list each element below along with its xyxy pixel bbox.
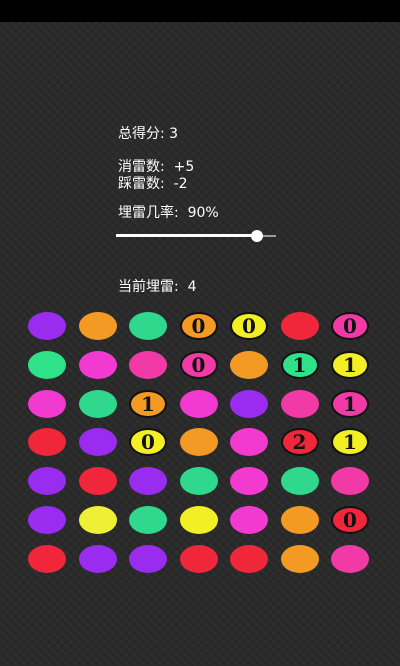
board-cell[interactable] bbox=[179, 544, 218, 573]
board-cell[interactable]: 2 bbox=[280, 428, 319, 457]
board-cell[interactable] bbox=[179, 428, 218, 457]
board-cell[interactable] bbox=[331, 544, 369, 573]
cell-number: 2 bbox=[292, 430, 307, 455]
cell-number: 0 bbox=[242, 314, 256, 338]
board-cell[interactable] bbox=[230, 506, 268, 534]
board-cell[interactable] bbox=[230, 350, 268, 379]
board-cell[interactable] bbox=[280, 389, 319, 418]
board-cell[interactable] bbox=[78, 312, 117, 340]
board-cell[interactable]: 1 bbox=[331, 428, 369, 457]
mines-cleared: 消雷数: +5 bbox=[118, 159, 195, 175]
board-cell[interactable] bbox=[230, 467, 268, 496]
board-cell[interactable] bbox=[230, 389, 268, 418]
cell-number: 0 bbox=[343, 314, 357, 338]
cell-number: 1 bbox=[343, 352, 357, 377]
board-cell[interactable] bbox=[129, 312, 167, 340]
board-cell[interactable]: 0 bbox=[230, 312, 268, 340]
game-board: 0 0 0 0 1 1 1 1 0 2 1 0 bbox=[28, 312, 376, 574]
board-cell[interactable] bbox=[28, 467, 66, 496]
board-cell[interactable] bbox=[280, 544, 319, 573]
board-cell[interactable] bbox=[129, 467, 167, 496]
board-cell[interactable] bbox=[78, 428, 117, 457]
board-cell[interactable] bbox=[129, 350, 167, 379]
mines-stepped: 踩雷数: -2 bbox=[118, 176, 188, 192]
board-cell[interactable]: 0 bbox=[331, 506, 369, 534]
cell-number: 0 bbox=[141, 430, 155, 455]
board-cell[interactable] bbox=[230, 544, 268, 573]
board-cell[interactable] bbox=[280, 312, 319, 340]
board-cell[interactable]: 1 bbox=[331, 350, 369, 379]
board-cell[interactable]: 0 bbox=[331, 312, 369, 340]
board-cell[interactable] bbox=[28, 350, 66, 379]
board-cell[interactable] bbox=[129, 544, 167, 573]
board-cell[interactable] bbox=[179, 389, 218, 418]
cell-number: 0 bbox=[191, 352, 206, 377]
board-cell[interactable] bbox=[28, 544, 66, 573]
current-mines: 当前埋雷: 4 bbox=[118, 279, 197, 295]
board-cell[interactable] bbox=[280, 467, 319, 496]
board-cell[interactable] bbox=[28, 428, 66, 457]
slider-fill bbox=[116, 234, 258, 237]
total-score: 总得分: 3 bbox=[118, 126, 179, 142]
board-cell[interactable] bbox=[78, 544, 117, 573]
board-cell[interactable] bbox=[78, 350, 117, 379]
board-cell[interactable] bbox=[129, 506, 167, 534]
board-cell[interactable] bbox=[28, 312, 66, 340]
board-cell[interactable] bbox=[230, 428, 268, 457]
cell-number: 1 bbox=[292, 352, 307, 377]
cell-number: 0 bbox=[191, 314, 206, 338]
board-cell[interactable]: 1 bbox=[129, 389, 167, 418]
board-cell[interactable] bbox=[280, 506, 319, 534]
board-cell[interactable] bbox=[331, 467, 369, 496]
board-cell[interactable] bbox=[28, 389, 66, 418]
board-cell[interactable] bbox=[28, 506, 66, 534]
board-cell[interactable]: 0 bbox=[179, 350, 218, 379]
board-cell[interactable]: 0 bbox=[179, 312, 218, 340]
mine-probability-label: 埋雷几率: 90% bbox=[118, 205, 219, 221]
cell-number: 1 bbox=[343, 391, 357, 416]
board-cell[interactable] bbox=[179, 467, 218, 496]
board-cell[interactable] bbox=[78, 467, 117, 496]
slider-thumb[interactable] bbox=[251, 230, 264, 242]
mine-probability-slider[interactable] bbox=[116, 229, 276, 243]
cell-number: 1 bbox=[343, 430, 357, 455]
board-cell[interactable]: 1 bbox=[331, 389, 369, 418]
board-cell[interactable] bbox=[179, 506, 218, 534]
cell-number: 1 bbox=[141, 391, 155, 416]
board-cell[interactable] bbox=[78, 389, 117, 418]
cell-number: 0 bbox=[343, 508, 357, 532]
board-cell[interactable]: 0 bbox=[129, 428, 167, 457]
board-cell[interactable]: 1 bbox=[280, 350, 319, 379]
status-bar bbox=[0, 0, 400, 22]
board-cell[interactable] bbox=[78, 506, 117, 534]
